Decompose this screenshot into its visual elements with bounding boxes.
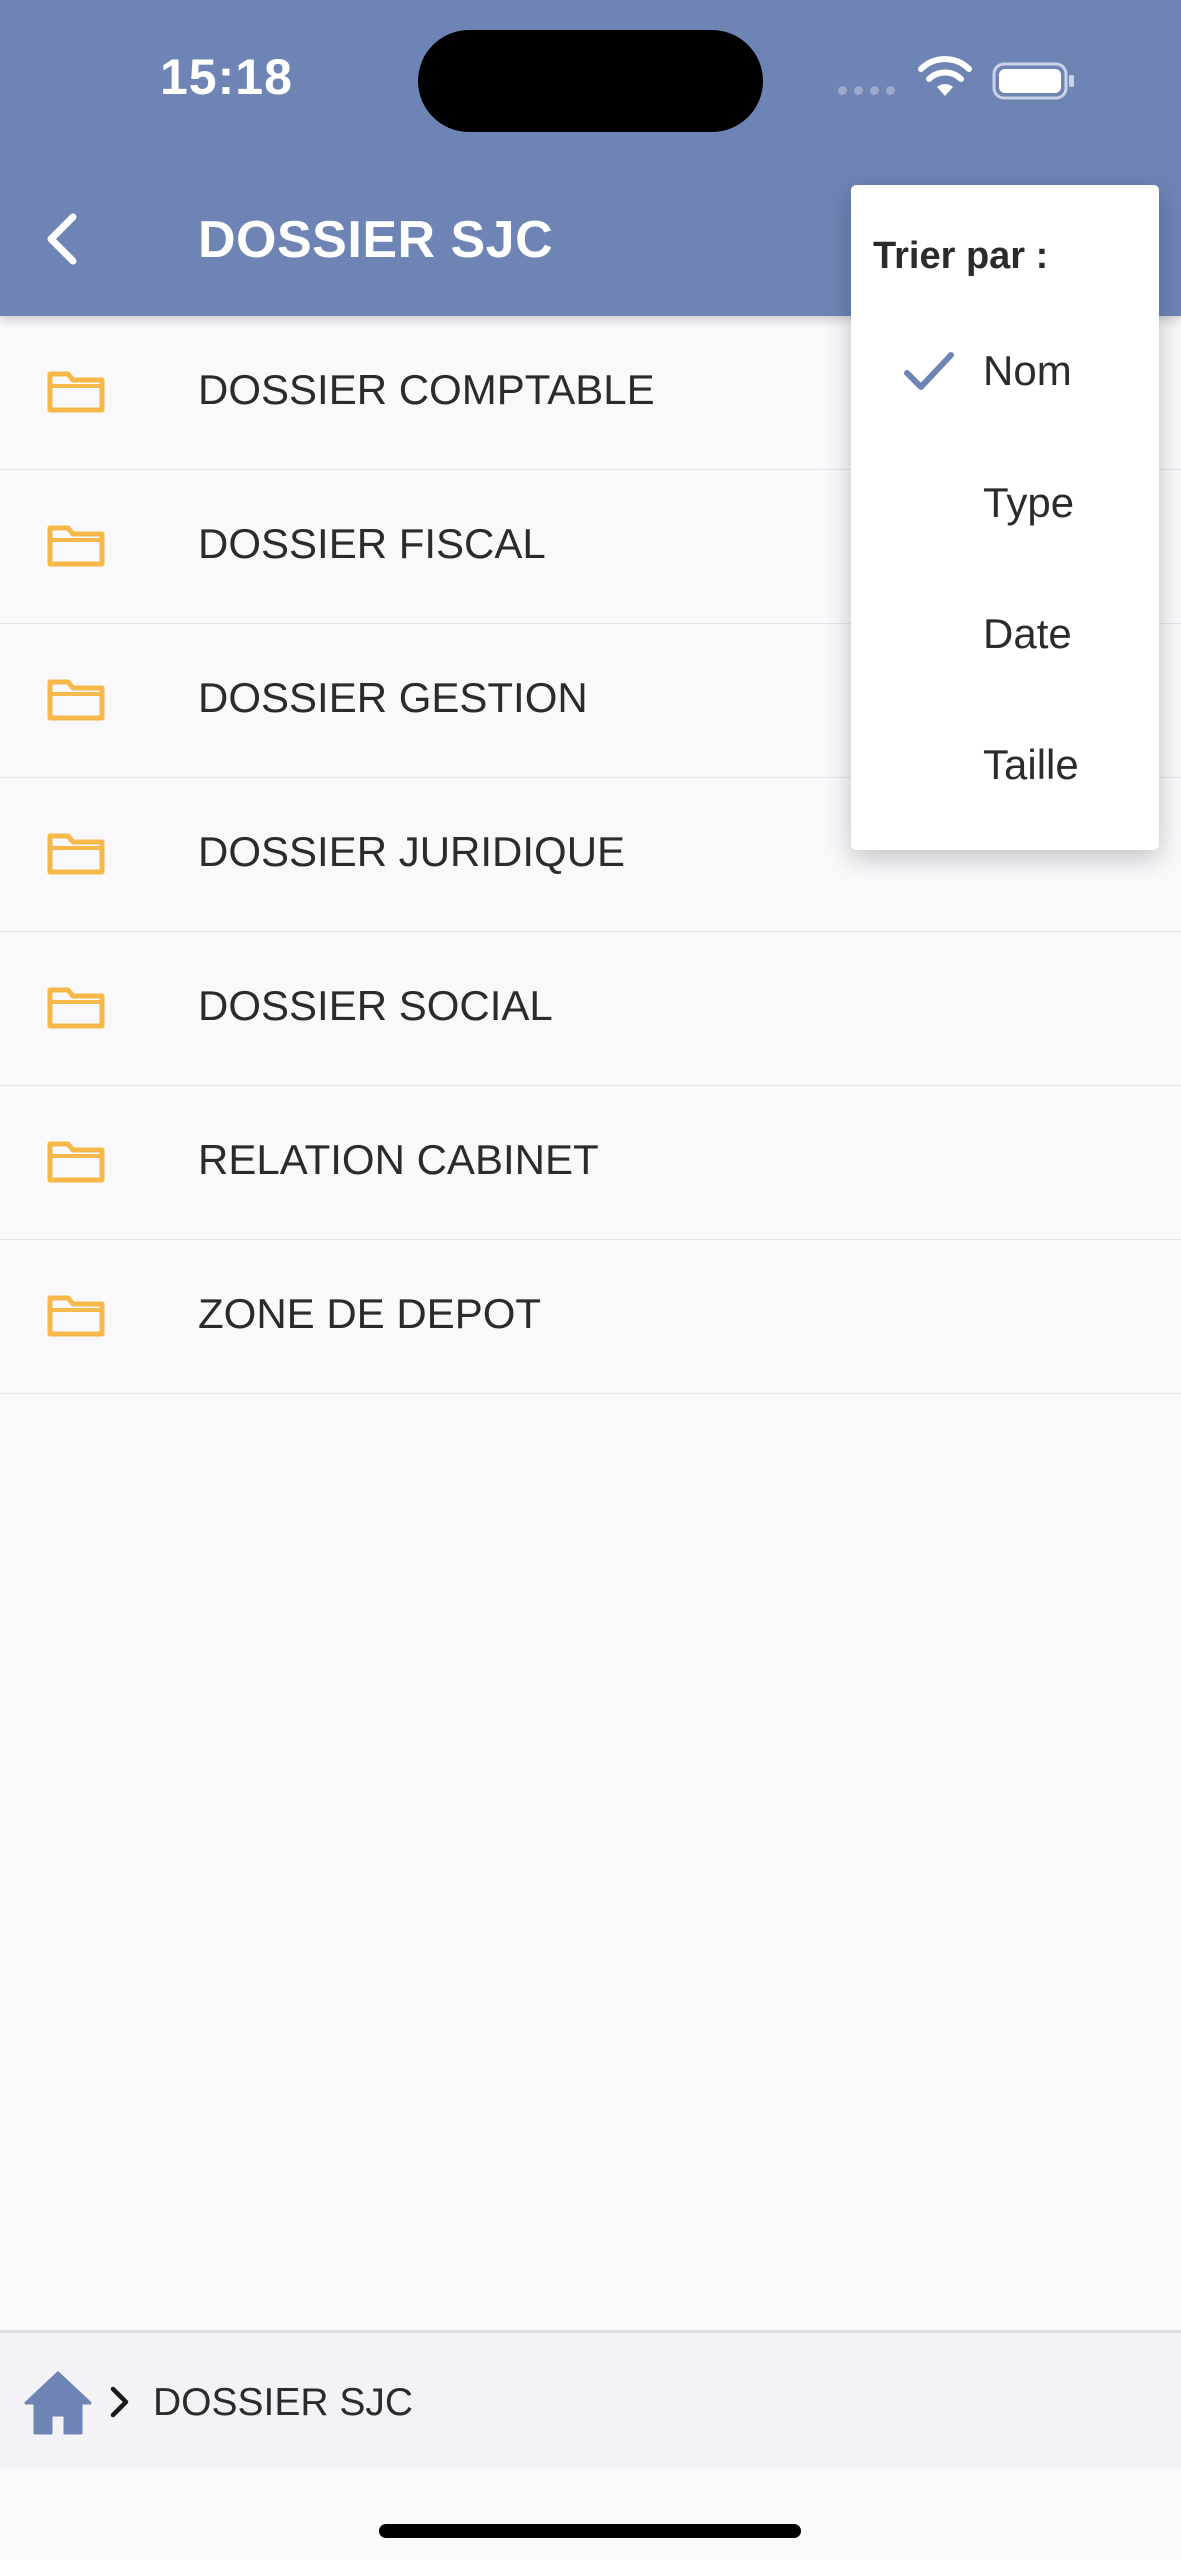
battery-icon	[992, 62, 1074, 100]
cellular-signal-icon	[838, 86, 895, 95]
folder-icon	[47, 371, 105, 413]
folder-icon	[47, 833, 105, 875]
sort-option-type[interactable]: Type	[851, 447, 1159, 557]
folder-label: DOSSIER JURIDIQUE	[198, 828, 626, 875]
folder-icon	[47, 525, 105, 567]
folder-icon	[47, 679, 105, 721]
breadcrumb: DOSSIER SJC	[0, 2330, 1181, 2469]
folder-label: DOSSIER COMPTABLE	[198, 366, 655, 413]
status-time: 15:18	[160, 49, 293, 105]
folder-label: DOSSIER SOCIAL	[198, 982, 553, 1029]
sort-menu: Trier par : Nom Type Date Taille	[851, 185, 1159, 850]
folder-label: RELATION CABINET	[198, 1136, 599, 1183]
sort-option-date[interactable]: Date	[851, 578, 1159, 688]
list-item-dossier-social[interactable]: DOSSIER SOCIAL	[0, 932, 1181, 1086]
folder-label: DOSSIER GESTION	[198, 674, 588, 721]
wifi-icon	[918, 56, 972, 96]
sort-option-label: Date	[983, 610, 1072, 657]
sort-menu-title: Trier par :	[873, 235, 1049, 277]
chevron-left-icon	[47, 213, 77, 265]
chevron-right-icon	[110, 2386, 129, 2418]
folder-icon	[47, 987, 105, 1029]
folder-label: ZONE DE DEPOT	[198, 1290, 542, 1337]
sort-option-taille[interactable]: Taille	[851, 709, 1159, 819]
folder-icon	[47, 1141, 105, 1183]
list-item-zone-de-depot[interactable]: ZONE DE DEPOT	[0, 1240, 1181, 1394]
home-icon[interactable]	[22, 2369, 94, 2437]
back-button[interactable]	[30, 200, 92, 278]
checkmark-icon	[904, 352, 954, 390]
folder-label: DOSSIER FISCAL	[198, 520, 546, 567]
list-item-relation-cabinet[interactable]: RELATION CABINET	[0, 1086, 1181, 1240]
sort-option-label: Taille	[983, 741, 1079, 788]
sort-option-nom[interactable]: Nom	[851, 315, 1159, 425]
breadcrumb-current[interactable]: DOSSIER SJC	[153, 2381, 413, 2425]
page-title: DOSSIER SJC	[198, 211, 554, 269]
sort-option-label: Nom	[983, 347, 1072, 394]
sort-option-label: Type	[983, 479, 1075, 526]
home-indicator[interactable]	[379, 2524, 801, 2538]
dynamic-island	[418, 30, 763, 132]
folder-icon	[47, 1295, 105, 1337]
